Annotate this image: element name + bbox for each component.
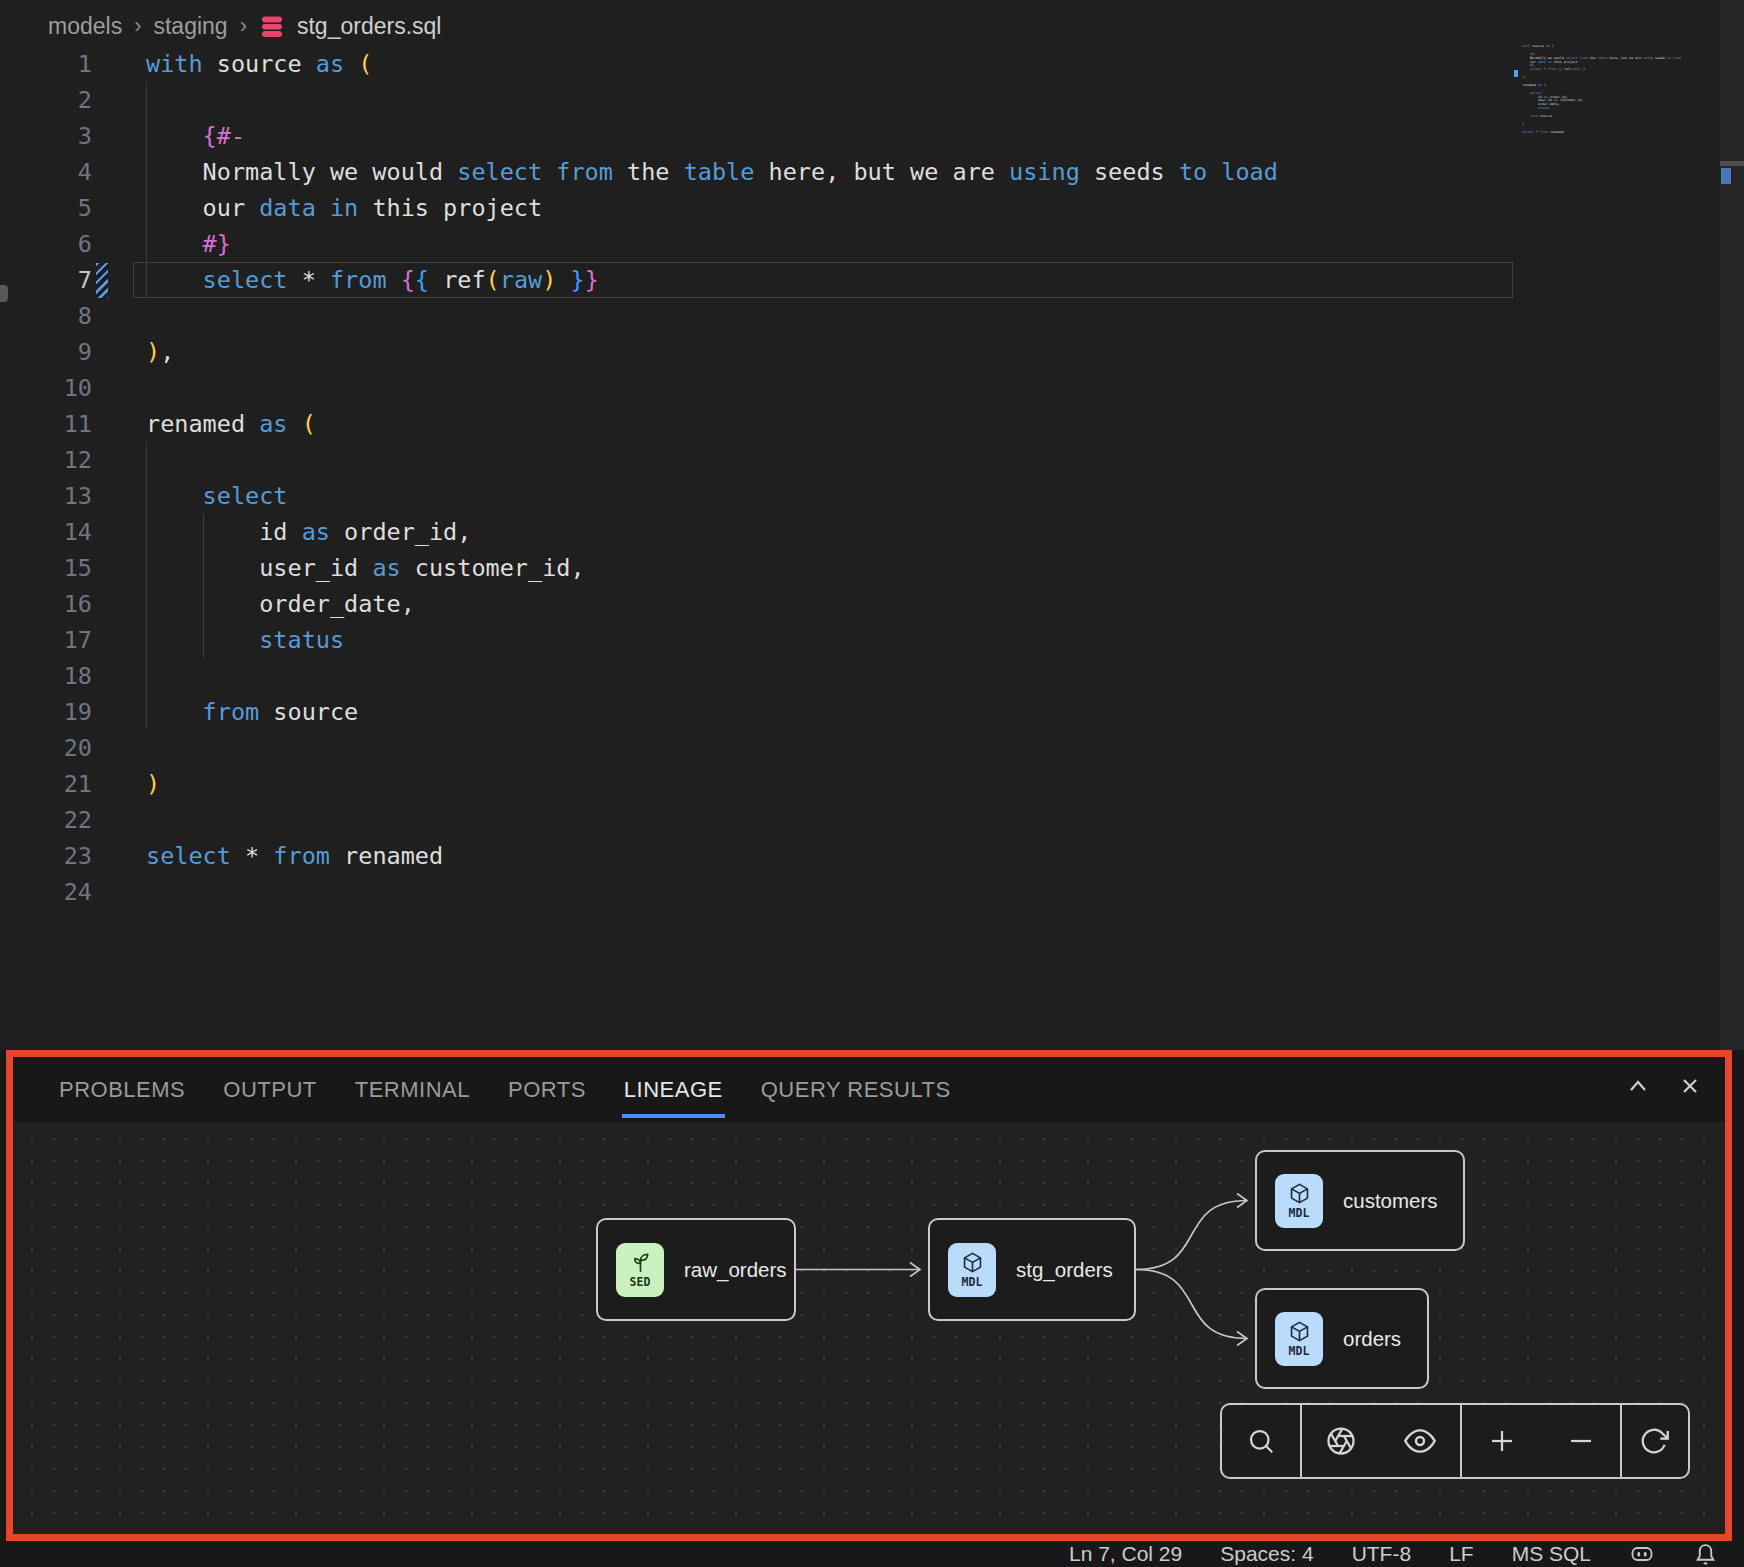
line-number: 8 xyxy=(38,298,92,334)
cube-icon: MDL xyxy=(1275,1312,1323,1366)
line-number: 6 xyxy=(38,226,92,262)
line-number: 5 xyxy=(38,190,92,226)
node-label: stg_orders xyxy=(1016,1258,1113,1282)
code-line: id as order_id, xyxy=(146,514,471,550)
line-number: 13 xyxy=(38,478,92,514)
code-line: renamed as ( xyxy=(146,406,316,442)
aperture-icon[interactable] xyxy=(1326,1426,1356,1456)
line-number: 17 xyxy=(38,622,92,658)
seedling-icon: SED xyxy=(616,1243,664,1297)
zoom-out-icon[interactable] xyxy=(1566,1426,1596,1456)
code-line: select xyxy=(146,478,287,514)
status-item[interactable]: Spaces: 4 xyxy=(1220,1542,1313,1566)
code-line: from source xyxy=(146,694,358,730)
node-label: customers xyxy=(1343,1189,1438,1213)
code-line: our data in this project xyxy=(146,190,542,226)
code-line: ), xyxy=(146,334,174,370)
node-label: raw_orders xyxy=(684,1258,787,1282)
code-line: #} xyxy=(146,226,231,262)
modified-line-gutter-marker xyxy=(96,263,108,298)
line-number: 22 xyxy=(38,802,92,838)
minimap[interactable]: with source as ( {#- Normally we would s… xyxy=(1522,45,1712,138)
line-number: 18 xyxy=(38,658,92,694)
line-number: 16 xyxy=(38,586,92,622)
line-number: 20 xyxy=(38,730,92,766)
status-item[interactable]: Ln 7, Col 29 xyxy=(1069,1542,1182,1566)
code-line: ) xyxy=(146,766,160,802)
code-line: order_date, xyxy=(146,586,415,622)
line-number: 15 xyxy=(38,550,92,586)
status-bar: Ln 7, Col 29 Spaces: 4 UTF-8 LF MS SQL xyxy=(0,1541,1744,1567)
node-label: orders xyxy=(1343,1327,1401,1351)
search-icon[interactable] xyxy=(1246,1426,1276,1456)
code-editor[interactable]: 123456789101112131415161718192021222324 … xyxy=(0,0,1744,1050)
code-line: {#- xyxy=(146,118,245,154)
overview-ruler-modified-marker xyxy=(1721,168,1731,184)
lineage-node-stg_orders[interactable]: MDL stg_orders xyxy=(928,1218,1136,1321)
copilot-icon[interactable] xyxy=(1629,1541,1655,1567)
status-item[interactable]: UTF-8 xyxy=(1352,1542,1412,1566)
scrollbar[interactable] xyxy=(1720,0,1744,1050)
status-item[interactable]: MS SQL xyxy=(1512,1542,1591,1566)
line-number: 9 xyxy=(38,334,92,370)
scrollbar-slider[interactable] xyxy=(1720,161,1744,166)
eye-icon[interactable] xyxy=(1404,1425,1436,1457)
line-number: 23 xyxy=(38,838,92,874)
sidebar-resize-handle[interactable] xyxy=(0,285,8,302)
lineage-edges xyxy=(0,1050,1744,1567)
code-line: select * from {{ ref(raw) }} xyxy=(146,262,599,298)
line-number: 21 xyxy=(38,766,92,802)
code-line: status xyxy=(146,622,344,658)
lineage-toolbar xyxy=(1220,1403,1690,1479)
status-item[interactable]: LF xyxy=(1449,1542,1474,1566)
line-number: 11 xyxy=(38,406,92,442)
refresh-icon[interactable] xyxy=(1639,1426,1669,1456)
code-line: Normally we would select from the table … xyxy=(146,154,1278,190)
line-number: 3 xyxy=(38,118,92,154)
line-number: 10 xyxy=(38,370,92,406)
line-number: 24 xyxy=(38,874,92,910)
lineage-node-customers[interactable]: MDL customers xyxy=(1255,1150,1465,1251)
line-number: 14 xyxy=(38,514,92,550)
bell-icon[interactable] xyxy=(1693,1542,1718,1567)
line-number: 1 xyxy=(38,46,92,82)
code-line: user_id as customer_id, xyxy=(146,550,585,586)
line-number: 4 xyxy=(38,154,92,190)
zoom-in-icon[interactable] xyxy=(1487,1426,1517,1456)
line-number: 12 xyxy=(38,442,92,478)
line-number: 19 xyxy=(38,694,92,730)
code-line: with source as ( xyxy=(146,46,372,82)
code-line: select * from renamed xyxy=(146,838,443,874)
lineage-node-orders[interactable]: MDL orders xyxy=(1255,1288,1429,1389)
lineage-node-raw_orders[interactable]: SED raw_orders xyxy=(596,1218,796,1321)
minimap-modified-marker xyxy=(1514,70,1518,77)
cube-icon: MDL xyxy=(1275,1174,1323,1228)
line-number: 2 xyxy=(38,82,92,118)
cube-icon: MDL xyxy=(948,1243,996,1297)
line-number: 7 xyxy=(38,262,92,298)
